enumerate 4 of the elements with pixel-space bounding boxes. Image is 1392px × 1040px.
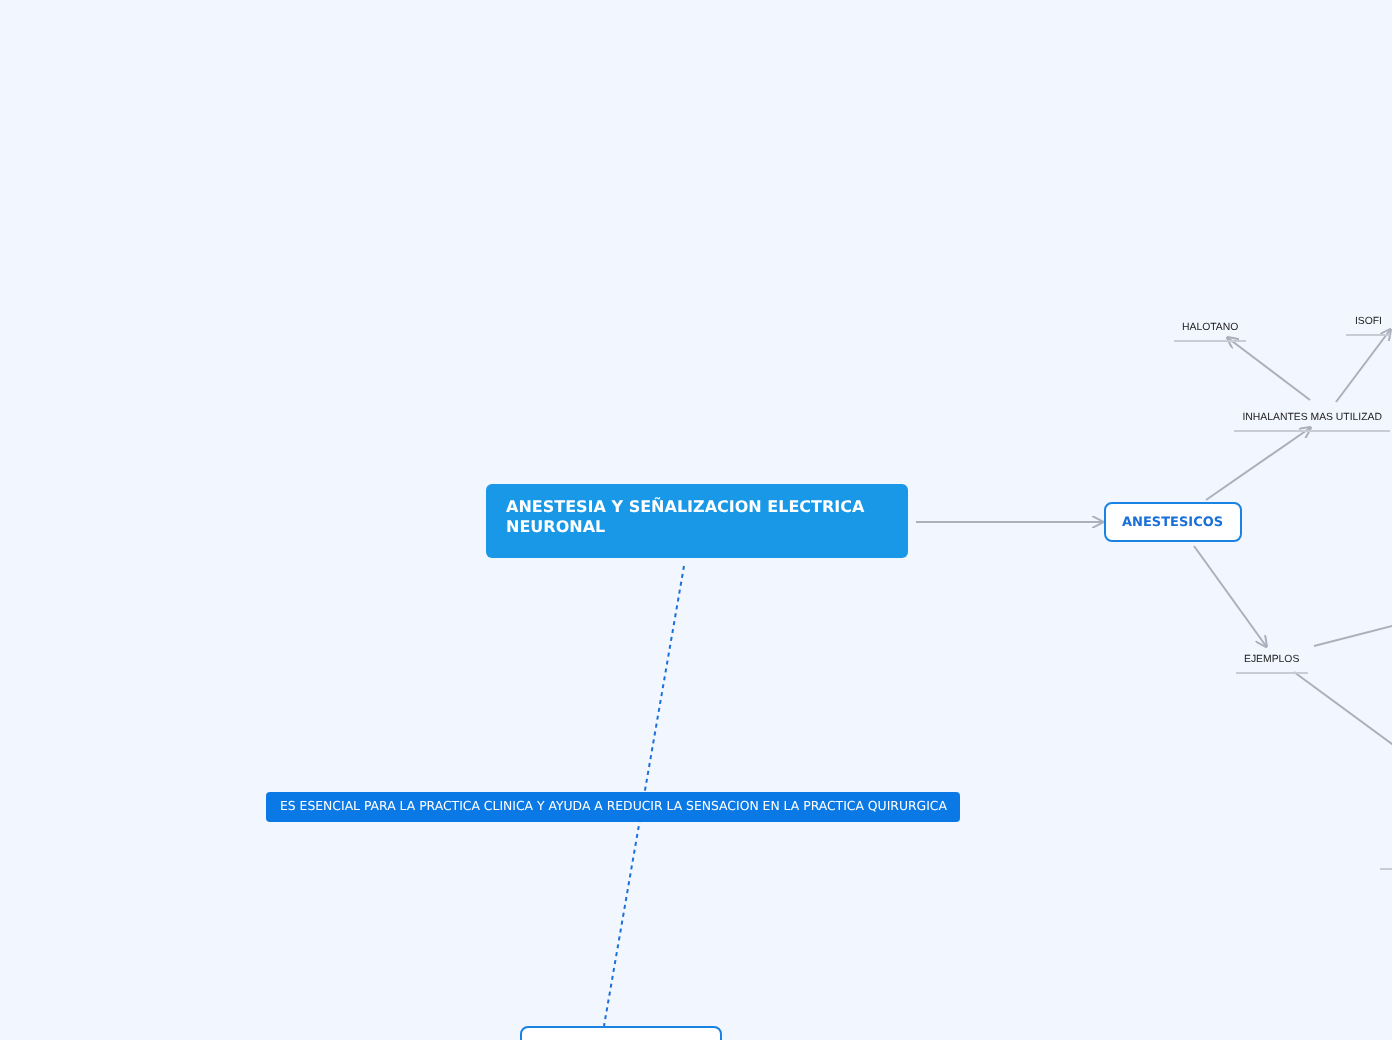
connector-arrow bbox=[1335, 327, 1392, 403]
connector-arrow bbox=[1193, 545, 1269, 649]
connector-arrow bbox=[1225, 335, 1311, 401]
connector-arrow bbox=[1205, 425, 1313, 501]
